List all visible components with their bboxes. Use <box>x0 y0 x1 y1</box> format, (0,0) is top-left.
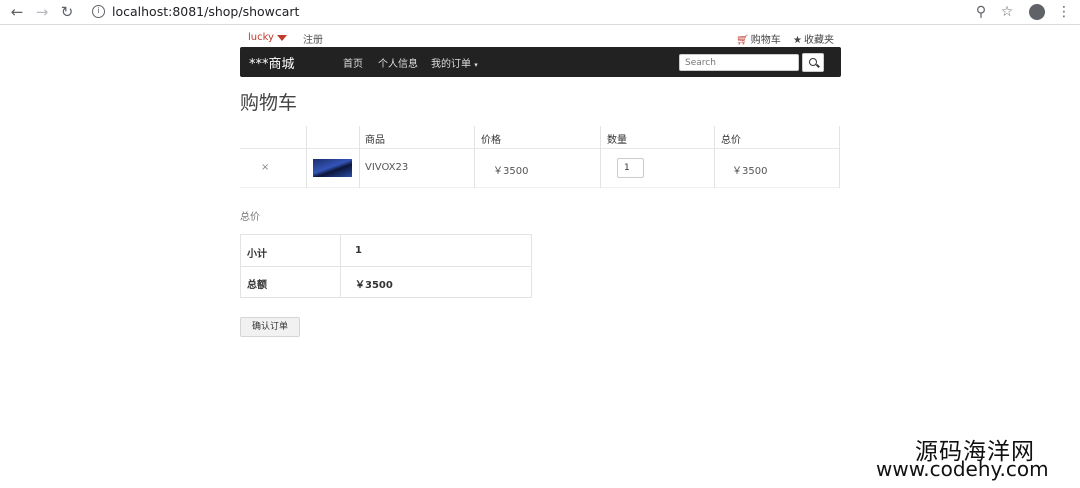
zoom-icon[interactable]: ⚲ <box>972 3 990 21</box>
header-product: 商品 <box>365 135 385 146</box>
dropdown-caret-icon: ▾ <box>474 61 478 69</box>
watermark-url: www.codehy.com <box>876 457 1049 481</box>
table-divider <box>240 297 532 298</box>
caret-down-icon[interactable] <box>277 35 287 41</box>
forward-arrow-icon[interactable]: → <box>33 3 51 21</box>
search-button[interactable] <box>802 53 824 72</box>
nav-my-orders-label: 我的订单 <box>431 59 471 70</box>
subtotal-value: 1 <box>355 245 362 256</box>
totals-heading: 总价 <box>240 212 260 223</box>
cart-table: 商品 价格 数量 总价 × VIVOX23 ￥3500 ￥3500 <box>240 126 840 188</box>
product-thumbnail[interactable] <box>313 159 352 177</box>
quantity-input[interactable] <box>617 158 644 178</box>
subtotal-label: 小计 <box>247 249 267 260</box>
username-link[interactable]: lucky <box>248 32 274 43</box>
main-navbar: ***商城 首页 个人信息 我的订单 ▾ <box>240 47 841 77</box>
header-price: 价格 <box>481 135 501 146</box>
confirm-order-button[interactable]: 确认订单 <box>240 317 300 337</box>
reload-icon[interactable]: ↻ <box>58 3 76 21</box>
table-divider <box>359 126 360 188</box>
table-divider <box>714 126 715 188</box>
table-divider <box>474 126 475 188</box>
cart-link[interactable]: 🛒︎ 购物车 <box>736 31 781 46</box>
remove-item-button[interactable]: × <box>261 162 269 173</box>
table-divider <box>306 126 307 188</box>
brand-logo[interactable]: ***商城 <box>249 53 295 72</box>
table-divider <box>240 234 241 298</box>
table-divider <box>240 234 532 235</box>
grand-total-label: 总额 <box>247 280 267 291</box>
table-divider <box>531 234 532 298</box>
grand-total-value: ￥3500 <box>355 280 393 291</box>
account-icon[interactable] <box>1029 4 1045 20</box>
shopping-cart-icon: 🛒︎ <box>736 35 749 46</box>
site-info-icon[interactable]: i <box>92 5 105 18</box>
table-divider <box>839 126 840 188</box>
top-bar: lucky 注册 🛒︎ 购物车 ★ 收藏夹 <box>240 29 840 46</box>
search-icon-handle <box>816 63 820 68</box>
product-name[interactable]: VIVOX23 <box>365 162 408 173</box>
line-total: ￥3500 <box>732 166 768 177</box>
table-divider <box>240 148 840 149</box>
product-price: ￥3500 <box>493 166 529 177</box>
nav-profile[interactable]: 个人信息 <box>378 55 418 70</box>
search-input[interactable] <box>679 54 799 71</box>
page-title: 购物车 <box>240 92 298 114</box>
header-quantity: 数量 <box>607 135 627 146</box>
back-arrow-icon[interactable]: ← <box>8 3 26 21</box>
star-icon: ★ <box>793 35 802 46</box>
table-divider <box>600 126 601 188</box>
nav-my-orders[interactable]: 我的订单 ▾ <box>431 55 478 70</box>
header-total: 总价 <box>721 135 741 146</box>
cart-link-label: 购物车 <box>750 35 781 46</box>
table-divider <box>340 234 341 298</box>
favorites-link[interactable]: ★ 收藏夹 <box>793 31 834 46</box>
favorites-link-label: 收藏夹 <box>803 35 834 46</box>
register-link[interactable]: 注册 <box>303 31 323 46</box>
table-divider <box>240 266 532 267</box>
table-divider <box>240 187 840 188</box>
bookmark-star-icon[interactable]: ☆ <box>998 3 1016 21</box>
browser-toolbar: ← → ↻ i localhost:8081/shop/showcart ⚲ ☆… <box>0 0 1080 25</box>
address-bar[interactable]: localhost:8081/shop/showcart <box>112 4 299 19</box>
nav-home[interactable]: 首页 <box>343 55 363 70</box>
totals-table: 小计 1 总额 ￥3500 <box>240 234 532 298</box>
browser-menu-icon[interactable]: ⋮ <box>1055 3 1073 21</box>
